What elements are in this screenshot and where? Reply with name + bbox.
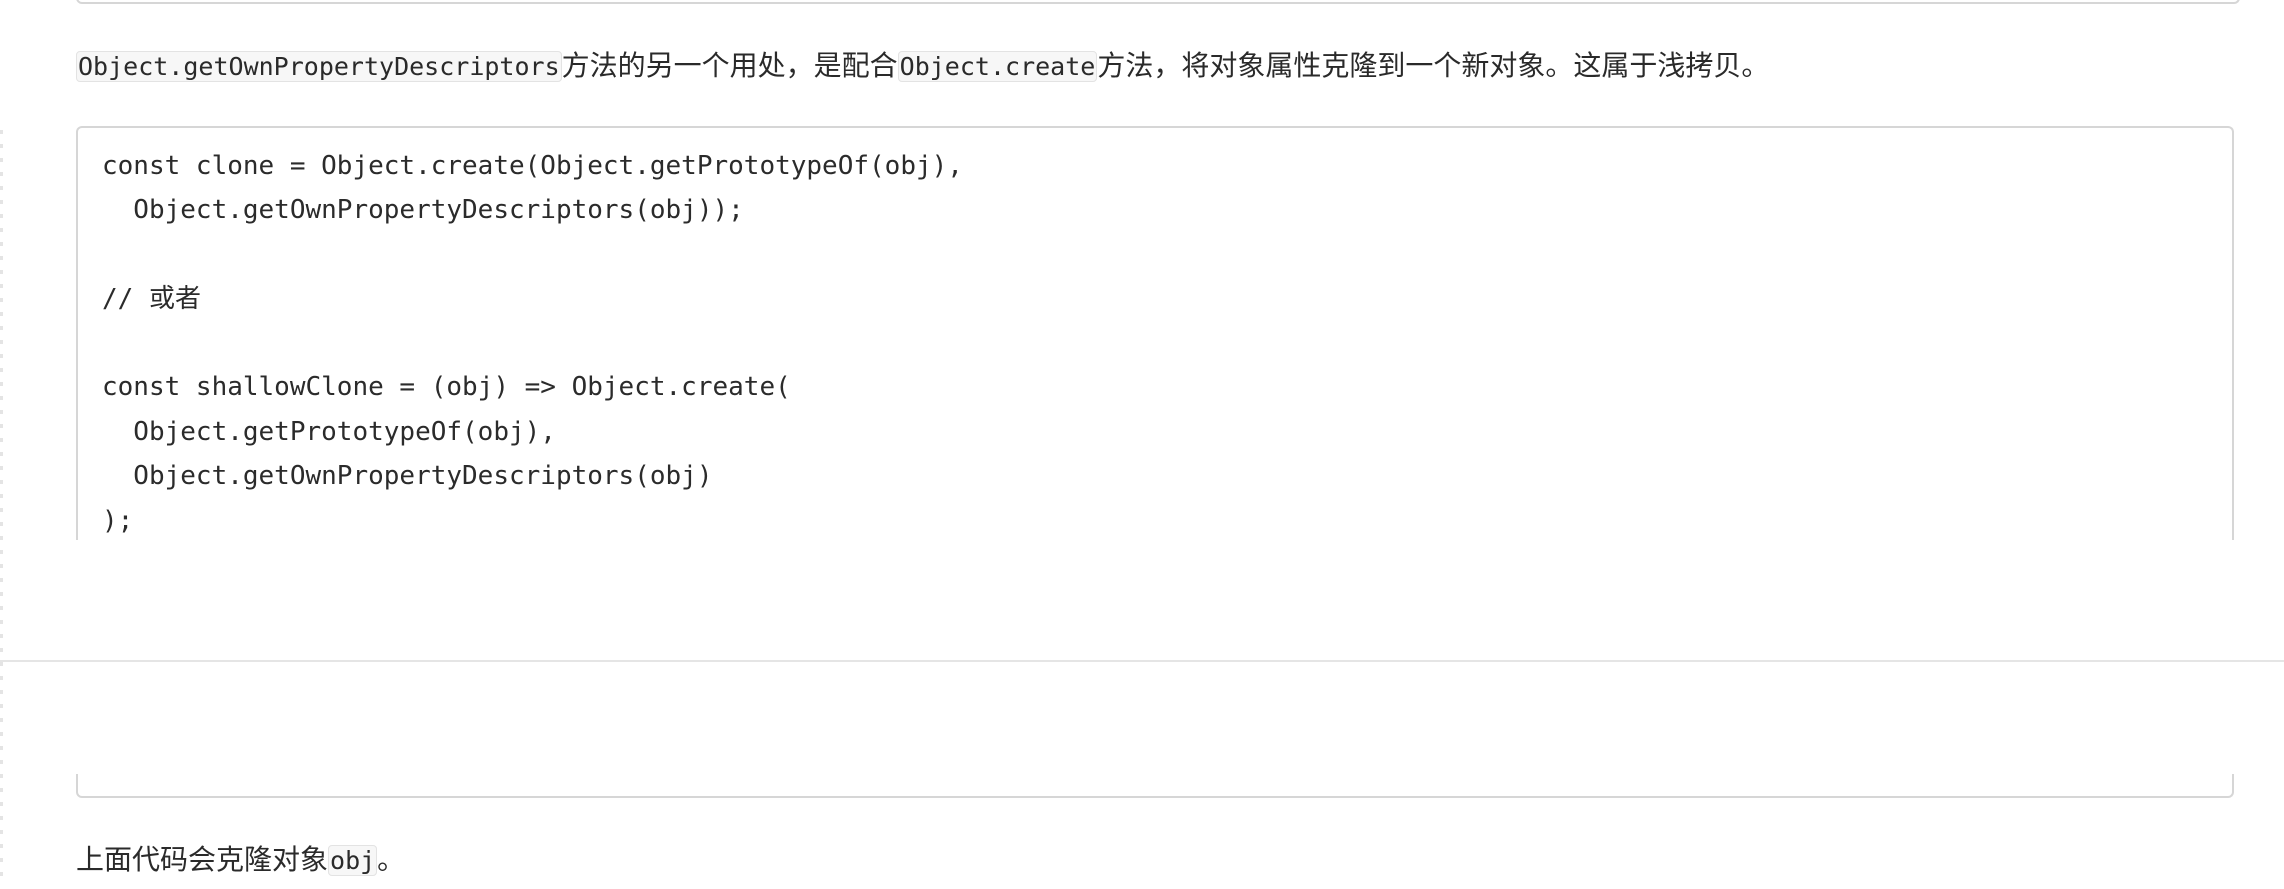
- inline-code: Object.getOwnPropertyDescriptors: [76, 51, 562, 82]
- paragraph-text: 方法，将对象属性克隆到一个新对象。这属于浅拷贝。: [1097, 49, 1770, 82]
- paragraph-text: 。: [377, 843, 406, 876]
- page-divider: [0, 660, 2284, 662]
- left-gutter-marks: [0, 120, 3, 880]
- code-line: Object.getOwnPropertyDescriptors(obj): [102, 461, 713, 491]
- paragraph-text: 方法的另一个用处，是配合: [561, 49, 898, 82]
- code-comment: // 或者: [102, 284, 201, 314]
- code-line: Object.getPrototypeOf(obj),: [102, 417, 556, 447]
- code-line: const clone = Object.create(Object.getPr…: [102, 151, 963, 181]
- previous-code-block-edge: [76, 0, 2240, 4]
- paragraph-clone-result: 上面代码会克隆对象obj。: [76, 840, 405, 881]
- paragraph-text: 上面代码会克隆对象: [76, 843, 329, 876]
- paragraph-descriptors-usage: Object.getOwnPropertyDescriptors方法的另一个用处…: [76, 46, 1769, 87]
- code-line: const shallowClone = (obj) => Object.cre…: [102, 372, 791, 402]
- inline-code: obj: [328, 845, 378, 876]
- code-line: );: [102, 506, 134, 536]
- code-line: Object.getOwnPropertyDescriptors(obj));: [102, 195, 744, 225]
- inline-code: Object.create: [897, 51, 1098, 82]
- code-block-bottom-edge: [76, 774, 2234, 798]
- code-block: const clone = Object.create(Object.getPr…: [76, 126, 2234, 540]
